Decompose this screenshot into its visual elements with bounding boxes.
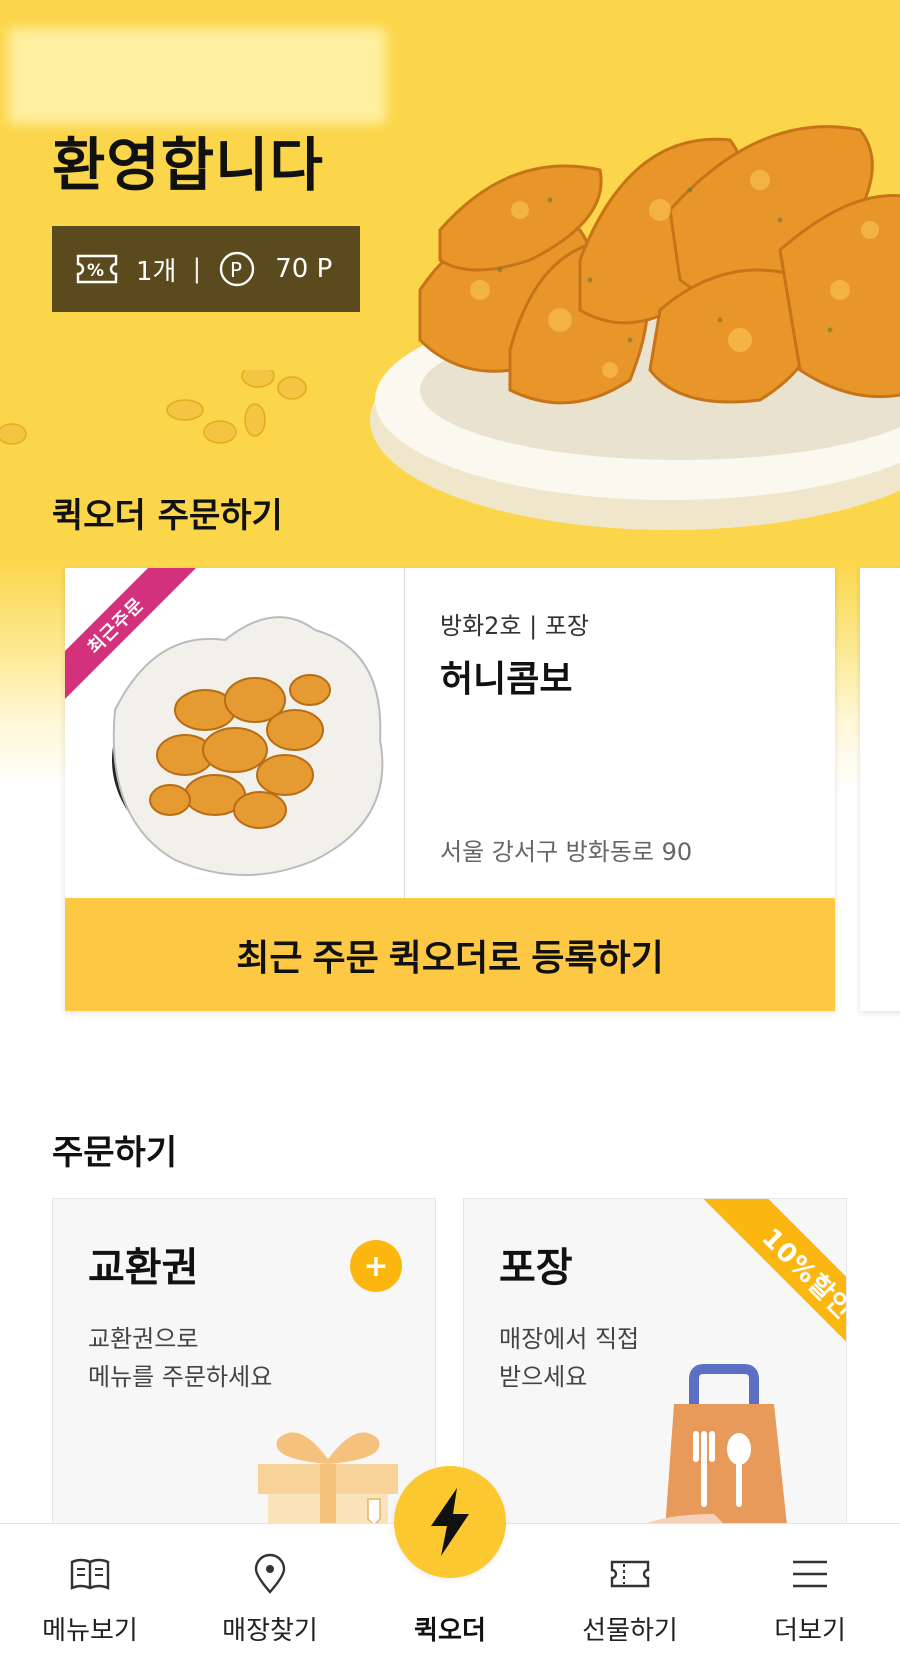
nav-more-label: 더보기 xyxy=(774,1616,846,1646)
book-icon xyxy=(70,1558,110,1590)
nav-gift-label: 선물하기 xyxy=(582,1616,678,1646)
nav-more[interactable]: 더보기 xyxy=(735,1524,885,1664)
register-quick-order-button[interactable]: 최근 주문 퀵오더로 등록하기 xyxy=(65,898,835,1011)
wallet-separator: | xyxy=(192,254,202,284)
lightning-icon xyxy=(431,1488,469,1556)
svg-text:P: P xyxy=(230,258,242,282)
ticket-icon xyxy=(610,1560,650,1588)
takeout-desc-line1: 매장에서 직접 xyxy=(499,1325,640,1353)
voucher-desc-line2: 메뉴를 주문하세요 xyxy=(88,1363,273,1391)
wallet-summary[interactable]: % 1개 | P 70 P xyxy=(52,226,360,312)
takeout-bag-icon xyxy=(624,1364,789,1537)
quick-order-section-title: 퀵오더 주문하기 xyxy=(52,496,283,536)
takeout-order-card[interactable]: 포장 10%할인 매장에서 직접 받으세요 xyxy=(463,1198,847,1538)
nav-gift[interactable]: 선물하기 xyxy=(555,1524,705,1664)
recent-order-image-area: 최근주문 xyxy=(65,568,405,898)
voucher-title: 교환권 xyxy=(88,1245,199,1291)
order-section-title: 주문하기 xyxy=(52,1133,178,1173)
takeout-title: 포장 xyxy=(499,1245,573,1291)
nav-store-finder[interactable]: 매장찾기 xyxy=(195,1524,345,1664)
nav-menu[interactable]: 메뉴보기 xyxy=(15,1524,165,1664)
point-amount: 70 P xyxy=(275,254,333,284)
chicken-plate-image xyxy=(370,125,900,530)
recent-order-menu-name: 허니콤보 xyxy=(440,659,573,700)
recent-order-store: 방화2호 | 포장 xyxy=(440,612,590,640)
quick-order-fab[interactable] xyxy=(394,1466,506,1578)
welcome-title: 환영합니다 xyxy=(52,131,324,199)
coupon-count: 1개 xyxy=(136,256,177,287)
plus-icon[interactable]: + xyxy=(350,1240,402,1292)
coupon-icon: % xyxy=(76,254,118,284)
discount-badge: 10%할인 xyxy=(700,1199,846,1381)
chicken-basket-image xyxy=(112,616,384,876)
nav-quick-label: 퀵오더 xyxy=(414,1616,486,1646)
voucher-desc-line1: 교환권으로 xyxy=(88,1325,199,1353)
corn-kernels-decoration xyxy=(0,370,307,445)
recent-order-card[interactable]: 최근주문 방화2호 | 포장 허니콤보 서울 강서구 방화동로 90 최근 주문… xyxy=(65,568,835,1011)
next-card-peek[interactable] xyxy=(860,568,900,1011)
nav-menu-label: 메뉴보기 xyxy=(42,1616,138,1646)
blurred-user-name xyxy=(8,28,386,124)
menu-icon xyxy=(793,1560,827,1588)
recent-order-address: 서울 강서구 방화동로 90 xyxy=(440,838,693,866)
nav-store-label: 매장찾기 xyxy=(222,1616,318,1646)
voucher-order-card[interactable]: 교환권 + 교환권으로 메뉴를 주문하세요 xyxy=(52,1198,436,1538)
point-icon: P xyxy=(220,251,255,287)
takeout-desc-line2: 받으세요 xyxy=(499,1363,588,1391)
svg-text:%: % xyxy=(87,261,104,281)
location-pin-icon xyxy=(254,1553,286,1594)
